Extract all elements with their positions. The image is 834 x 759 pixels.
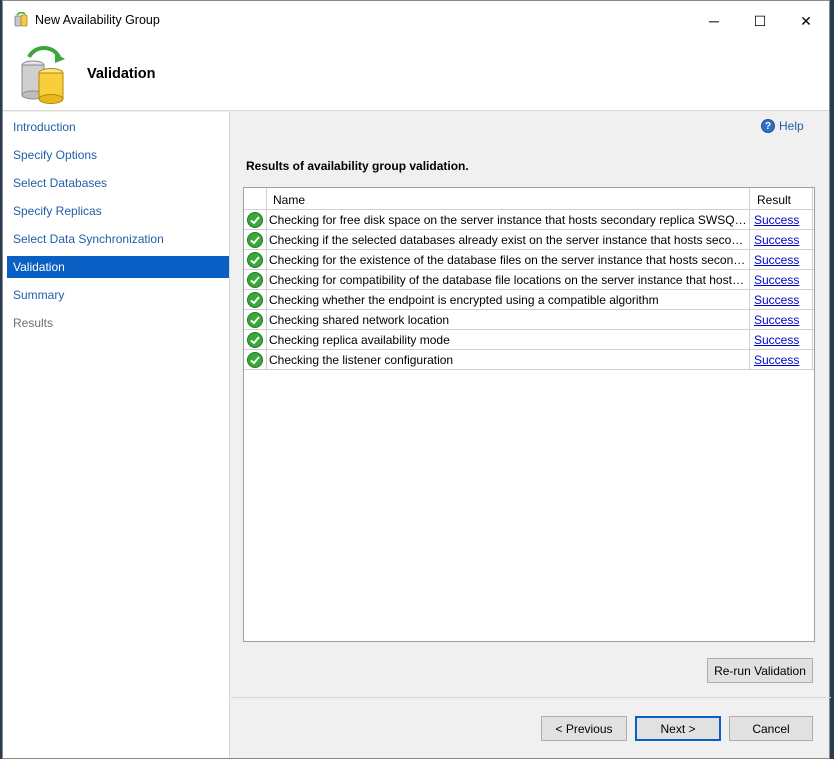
sidebar-item-introduction[interactable]: Introduction: [7, 116, 229, 138]
sidebar-item-results: Results: [13, 316, 54, 330]
row-name: Checking for free disk space on the serv…: [269, 213, 747, 227]
success-check-icon: [247, 252, 263, 268]
next-button[interactable]: Next >: [635, 716, 721, 741]
cell-separator: [749, 330, 750, 350]
row-result-link[interactable]: Success: [754, 253, 799, 267]
cell-separator: [812, 230, 813, 250]
footer-divider: [231, 697, 831, 698]
cell-separator: [812, 210, 813, 230]
wizard-window: New Availability Group ─ ☐ ✕ Validation …: [2, 0, 831, 759]
cell-separator: [749, 250, 750, 270]
cell-separator: [812, 330, 813, 350]
cell-separator: [266, 290, 267, 310]
help-link[interactable]: ? Help: [761, 117, 804, 135]
table-row[interactable]: Checking shared network location Success: [244, 310, 814, 330]
cell-separator: [266, 270, 267, 290]
success-check-icon: [247, 352, 263, 368]
success-check-icon: [247, 232, 263, 248]
row-name: Checking the listener configuration: [269, 353, 454, 367]
cell-separator: [749, 230, 750, 250]
row-name: Checking if the selected databases alrea…: [269, 233, 747, 247]
wizard-header: Validation: [3, 41, 829, 111]
cell-separator: [812, 350, 813, 370]
success-check-icon: [247, 312, 263, 328]
cell-separator: [749, 310, 750, 330]
cell-separator: [266, 310, 267, 330]
minimize-icon: ─: [709, 13, 719, 29]
success-check-icon: [247, 292, 263, 308]
sidebar-item-specify-options[interactable]: Specify Options: [7, 144, 229, 166]
cell-separator: [266, 210, 267, 230]
cell-separator: [266, 230, 267, 250]
cell-separator: [749, 290, 750, 310]
row-result-link[interactable]: Success: [754, 213, 799, 227]
sidebar-item-summary[interactable]: Summary: [7, 284, 229, 306]
success-check-icon: [247, 212, 263, 228]
cell-separator: [266, 350, 267, 370]
cell-separator: [749, 350, 750, 370]
close-button[interactable]: ✕: [783, 1, 829, 41]
table-row[interactable]: Checking replica availability mode Succe…: [244, 330, 814, 350]
row-name: Checking shared network location: [269, 313, 450, 327]
row-result-link[interactable]: Success: [754, 333, 799, 347]
results-heading: Results of availability group validation…: [246, 159, 469, 173]
minimize-button[interactable]: ─: [691, 1, 737, 41]
sidebar-item-validation[interactable]: Validation: [7, 256, 229, 278]
success-check-icon: [247, 332, 263, 348]
cell-separator: [812, 250, 813, 270]
table-row[interactable]: Checking for free disk space on the serv…: [244, 210, 814, 230]
wizard-sidebar: Introduction Specify Options Select Data…: [3, 112, 230, 758]
row-name: Checking whether the endpoint is encrypt…: [269, 293, 659, 307]
availability-group-icon: [14, 12, 28, 27]
row-result-link[interactable]: Success: [754, 273, 799, 287]
sidebar-item-specify-replicas[interactable]: Specify Replicas: [7, 200, 229, 222]
sidebar-item-select-data-synchronization[interactable]: Select Data Synchronization: [7, 228, 229, 250]
cell-separator: [812, 310, 813, 330]
validation-results-grid[interactable]: Name Result Checking for free disk space…: [243, 187, 815, 642]
title-bar: New Availability Group ─ ☐ ✕: [3, 1, 829, 41]
help-label: Help: [779, 119, 804, 133]
cell-separator: [266, 330, 267, 350]
column-separator: [749, 188, 750, 210]
window-title: New Availability Group: [35, 13, 160, 27]
row-result-link[interactable]: Success: [754, 353, 799, 367]
database-refresh-icon: [21, 46, 65, 104]
table-row[interactable]: Checking if the selected databases alrea…: [244, 230, 814, 250]
row-result-link[interactable]: Success: [754, 293, 799, 307]
previous-button[interactable]: < Previous: [541, 716, 627, 741]
cell-separator: [266, 250, 267, 270]
column-separator: [266, 188, 267, 210]
row-name: Checking for the existence of the databa…: [269, 253, 747, 267]
success-check-icon: [247, 272, 263, 288]
row-result-link[interactable]: Success: [754, 313, 799, 327]
row-result-link[interactable]: Success: [754, 233, 799, 247]
row-name: Checking for compatibility of the databa…: [269, 273, 747, 287]
table-row[interactable]: Checking for the existence of the databa…: [244, 250, 814, 270]
cell-separator: [812, 270, 813, 290]
rerun-validation-button[interactable]: Re-run Validation: [707, 658, 813, 683]
column-header-name[interactable]: Name: [273, 193, 305, 207]
cell-separator: [749, 210, 750, 230]
maximize-button[interactable]: ☐: [737, 1, 783, 41]
cell-separator: [749, 270, 750, 290]
page-title: Validation: [87, 66, 156, 82]
help-icon: ?: [761, 119, 775, 133]
grid-header: Name Result: [244, 188, 814, 210]
close-icon: ✕: [800, 12, 812, 29]
maximize-icon: ☐: [753, 12, 767, 29]
sidebar-item-select-databases[interactable]: Select Databases: [7, 172, 229, 194]
column-header-result[interactable]: Result: [757, 193, 791, 207]
row-name: Checking replica availability mode: [269, 333, 450, 347]
table-row[interactable]: Checking the listener configuration Succ…: [244, 350, 814, 370]
cancel-button[interactable]: Cancel: [729, 716, 813, 741]
cell-separator: [812, 290, 813, 310]
table-row[interactable]: Checking for compatibility of the databa…: [244, 270, 814, 290]
column-separator: [812, 188, 813, 210]
table-row[interactable]: Checking whether the endpoint is encrypt…: [244, 290, 814, 310]
